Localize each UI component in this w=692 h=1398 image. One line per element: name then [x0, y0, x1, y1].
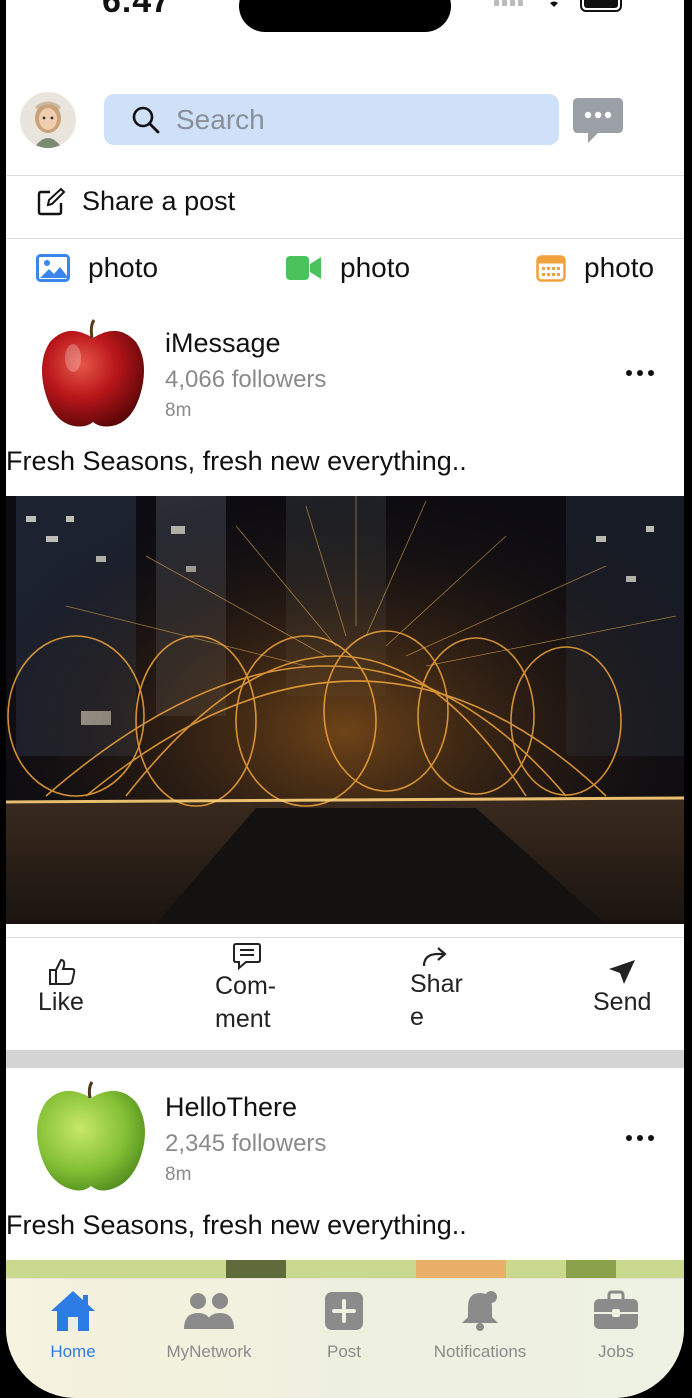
more-options-button[interactable]: [626, 368, 660, 378]
post-image[interactable]: [6, 496, 684, 924]
search-icon: [132, 106, 160, 133]
photo-option-label: photo: [88, 252, 159, 283]
wifi-icon: [550, 1, 558, 7]
bottom-tab-bar: Home MyNetwork Post Notifications Jobs: [6, 1278, 684, 1398]
bell-icon: [462, 1291, 498, 1331]
camera-notch: [239, 0, 451, 32]
send-label: Send: [593, 988, 652, 1016]
messages-button[interactable]: [572, 96, 624, 146]
edit-icon: [37, 187, 66, 215]
phone-frame: 6:47 Search Share a post photo photo pho…: [0, 0, 692, 1398]
comment-label-line1: Com-: [215, 972, 277, 1000]
video-option[interactable]: photo: [286, 252, 410, 284]
tab-notifications[interactable]: Notifications: [420, 1289, 540, 1362]
share-button[interactable]: Shar e: [410, 944, 463, 1034]
send-button[interactable]: Send: [593, 958, 651, 1019]
chat-bubble-icon: [573, 98, 623, 143]
battery-icon: [580, 0, 622, 12]
video-icon: [286, 256, 321, 280]
send-plane-icon: [609, 960, 635, 984]
tab-mynetwork[interactable]: MyNetwork: [149, 1289, 269, 1362]
like-button[interactable]: Like: [38, 958, 84, 1019]
tab-home-label: Home: [50, 1342, 96, 1361]
post-text: Fresh Seasons, fresh new everything..: [6, 446, 467, 476]
post-separator: [6, 1050, 684, 1068]
post-author-name[interactable]: HelloThere: [165, 1092, 297, 1123]
comment-button[interactable]: Com- ment: [215, 942, 276, 1036]
share-label-line1: Shar: [410, 970, 463, 998]
post-followers: 4,066 followers: [165, 366, 327, 393]
post-time: 8m: [165, 1164, 192, 1185]
people-icon: [184, 1293, 234, 1329]
status-time: 6:47: [102, 0, 171, 20]
search-placeholder: Search: [176, 103, 265, 135]
share-label-line2: e: [410, 1003, 424, 1031]
tab-jobs-label: Jobs: [598, 1342, 634, 1361]
plus-square-icon: [325, 1292, 363, 1330]
tab-jobs[interactable]: Jobs: [556, 1289, 676, 1362]
briefcase-icon: [594, 1290, 638, 1329]
comment-icon: [233, 943, 261, 970]
video-option-label: photo: [340, 252, 411, 283]
home-icon: [51, 1291, 95, 1331]
divider: [6, 238, 684, 239]
share-arrow-icon: [422, 947, 447, 967]
like-label: Like: [38, 988, 84, 1016]
thumbs-up-icon: [49, 958, 76, 985]
media-options: photo photo photo: [6, 250, 684, 290]
post-author-avatar[interactable]: [38, 318, 148, 428]
status-icons: [494, 0, 626, 12]
share-post-button[interactable]: Share a post: [36, 186, 235, 217]
photo-option[interactable]: photo: [36, 252, 158, 284]
post-time: 8m: [165, 400, 192, 421]
tab-post[interactable]: Post: [284, 1289, 404, 1362]
post-text: Fresh Seasons, fresh new everything..: [6, 1210, 467, 1240]
tab-notifications-label: Notifications: [433, 1342, 527, 1361]
signal-icon: [494, 0, 523, 6]
user-avatar[interactable]: [20, 92, 76, 148]
event-option-label: photo: [584, 252, 655, 283]
search-input[interactable]: Search: [104, 94, 559, 145]
divider: [6, 175, 684, 176]
post-followers: 2,345 followers: [165, 1130, 327, 1157]
more-options-button[interactable]: [626, 1133, 660, 1143]
share-post-label: Share a post: [82, 186, 236, 216]
divider: [6, 937, 684, 938]
app-screen: 6:47 Search Share a post photo photo pho…: [6, 0, 684, 1398]
event-option[interactable]: photo: [536, 252, 654, 284]
image-icon: [36, 254, 70, 282]
tab-home[interactable]: Home: [13, 1289, 133, 1362]
comment-label-line2: ment: [215, 1005, 271, 1033]
post-author-avatar[interactable]: [34, 1080, 145, 1191]
tab-mynetwork-label: MyNetwork: [166, 1342, 252, 1361]
post-author-name[interactable]: iMessage: [165, 328, 281, 359]
tab-post-label: Post: [326, 1342, 362, 1361]
calendar-icon: [536, 255, 566, 282]
